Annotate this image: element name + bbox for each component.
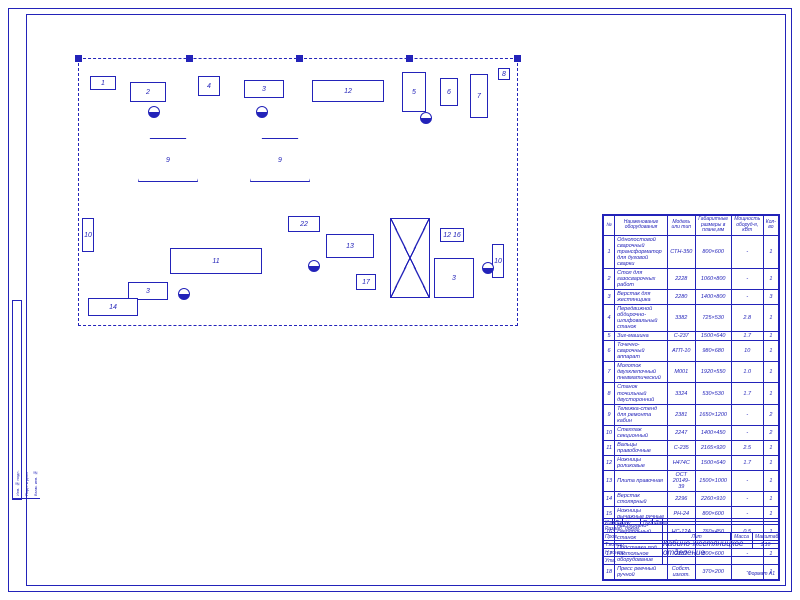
column-post: [296, 55, 303, 62]
side-stamp: Инв. № подл. Подп. и дата Взам. инв. №: [12, 300, 22, 500]
workstation-symbol: [308, 260, 320, 272]
column-post: [514, 55, 521, 62]
format-label: Формат A1: [748, 571, 775, 577]
column-post: [406, 55, 413, 62]
workstation-symbol: [148, 106, 160, 118]
column-post: [186, 55, 193, 62]
table-row: 13Плита правочнаяОСТ 20149-391500×1000-1: [604, 471, 779, 492]
table-row: 4Передвижной обдирочно-шлифовальный стан…: [604, 304, 779, 331]
table-row: 5Зиг-машинаС-2371500×6401.71: [604, 332, 779, 341]
equipment-13: 13: [326, 234, 374, 258]
workstation-symbol: [178, 288, 190, 300]
table-row: 7Молоток двухклепочный пневматическийМ00…: [604, 362, 779, 383]
equipment-14: 14: [88, 298, 138, 316]
equipment-4: 4: [198, 76, 220, 96]
title-block: Изм Лист № докум. Подп. Дата Разраб. Про…: [602, 518, 780, 580]
workstation-symbol: [482, 262, 494, 274]
table-row: 10Стеллаж секционный22471400×450-2: [604, 425, 779, 440]
equipment-8: 8: [498, 68, 510, 80]
equipment-2: 2: [130, 82, 166, 102]
equipment-22: 22: [288, 216, 320, 232]
table-row: 1Однопостовой сварочный трансформатор дл…: [604, 235, 779, 268]
table-row: 12Ножницы роликовыеН474С1500×6401.71: [604, 455, 779, 470]
column-post: [75, 55, 82, 62]
table-row: 9Тележка-стенд для ремонта кабин23811650…: [604, 404, 779, 425]
equipment-7: 7: [470, 74, 488, 118]
equipment-5: 5: [402, 72, 426, 112]
equipment-3: 3: [244, 80, 284, 98]
workstation-symbol: [420, 112, 432, 124]
equipment-10: 10: [82, 218, 94, 252]
equipment-11: 11: [170, 248, 262, 274]
equipment-3: 3: [434, 258, 474, 298]
table-row: 6Точечно-сварочный аппаратАТП-10980×6801…: [604, 341, 779, 362]
equipment-1: 1: [90, 76, 116, 90]
equipment-6: 6: [440, 78, 458, 106]
table-row: 8Станок точильный двусторонний3324530×53…: [604, 383, 779, 404]
equipment-10: 10: [492, 244, 504, 278]
table-row: 3Верстак для жестянщика22801400×800-3: [604, 289, 779, 304]
table-row: 11Вальцы правобочныеС-2352165×9202.51: [604, 440, 779, 455]
cross-area: [390, 218, 430, 298]
table-row: 2Стол для газосварочных работ22281060×80…: [604, 268, 779, 289]
workstation-symbol: [256, 106, 268, 118]
equipment-12: 12: [312, 80, 384, 102]
table-row: 14Верстак столярный22962260×910-1: [604, 492, 779, 507]
drawing-title: Кабино-жестяницкое отделение: [663, 539, 753, 557]
equipment-17: 17: [356, 274, 376, 290]
equipment-12 16: 12 16: [440, 228, 464, 242]
